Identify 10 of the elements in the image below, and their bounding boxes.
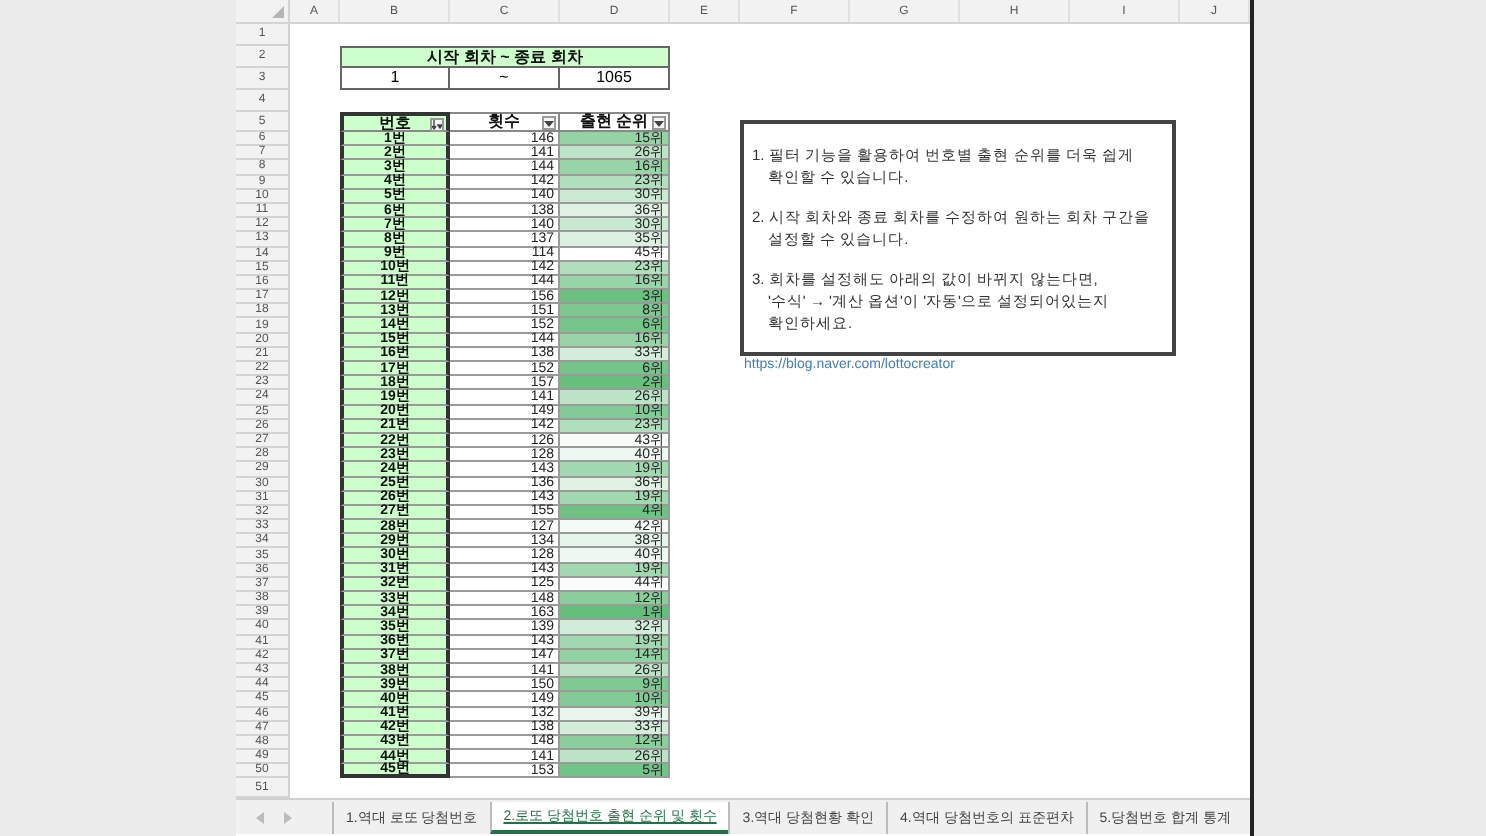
filter-button[interactable] — [652, 116, 666, 130]
filter-button[interactable] — [430, 118, 444, 132]
column-heading: 출현 순위 — [579, 114, 649, 130]
column-heading: 번호 — [379, 115, 411, 131]
column-heading: 횟수 — [488, 114, 520, 130]
filter-button[interactable] — [542, 116, 556, 130]
table-cell: 1 — [340, 68, 450, 90]
table-cell: 1065 — [560, 68, 670, 90]
table-cell: ~ — [450, 68, 560, 90]
table-cell: 시작 회차 ~ 종료 회차 — [340, 46, 670, 68]
